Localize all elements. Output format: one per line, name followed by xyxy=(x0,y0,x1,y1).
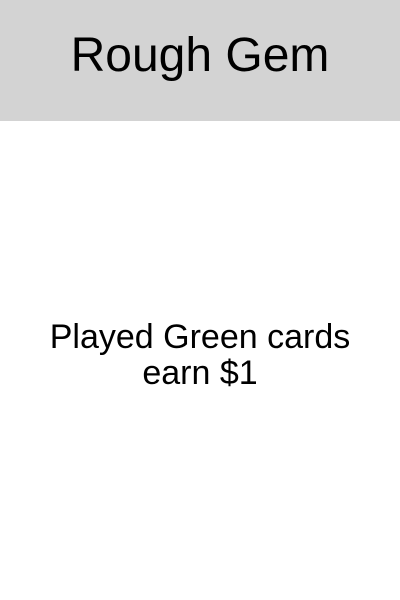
card-description-line: earn $1 xyxy=(142,353,258,392)
card-header: Rough Gem xyxy=(0,0,400,121)
joker-card[interactable]: Rough Gem Played Green cards earn $1 xyxy=(0,0,400,600)
card-description: Played Green cards earn $1 xyxy=(20,319,380,391)
card-body: Played Green cards earn $1 xyxy=(0,121,400,600)
card-title: Rough Gem xyxy=(70,28,330,82)
card-description-line: Played Green cards xyxy=(49,317,351,356)
